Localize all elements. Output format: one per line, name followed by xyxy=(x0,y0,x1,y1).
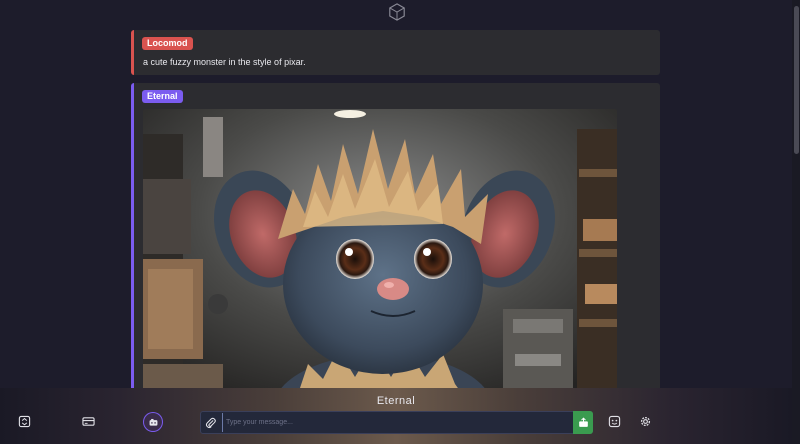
send-icon xyxy=(578,417,588,427)
sender-badge: Locomod xyxy=(142,37,193,50)
scrollbar[interactable] xyxy=(792,0,800,444)
model-avatar-icon[interactable] xyxy=(144,413,162,431)
upload-icon[interactable] xyxy=(16,413,32,429)
send-button[interactable] xyxy=(573,411,593,434)
bot-message: Eternal xyxy=(131,83,660,409)
sender-badge: Eternal xyxy=(142,90,183,103)
gear-icon[interactable] xyxy=(637,413,653,429)
card-icon[interactable] xyxy=(80,413,96,429)
message-text: a cute fuzzy monster in the style of pix… xyxy=(143,57,306,67)
generated-image xyxy=(143,109,617,409)
scroll-thumb[interactable] xyxy=(794,6,799,154)
message-input[interactable] xyxy=(222,413,572,432)
message-composer xyxy=(200,411,593,434)
user-message: Locomod a cute fuzzy monster in the styl… xyxy=(131,30,660,75)
brand-title: Eternal xyxy=(376,395,416,407)
cube-logo-icon xyxy=(388,3,406,21)
face-icon[interactable] xyxy=(606,413,622,429)
paperclip-icon[interactable] xyxy=(201,412,221,433)
